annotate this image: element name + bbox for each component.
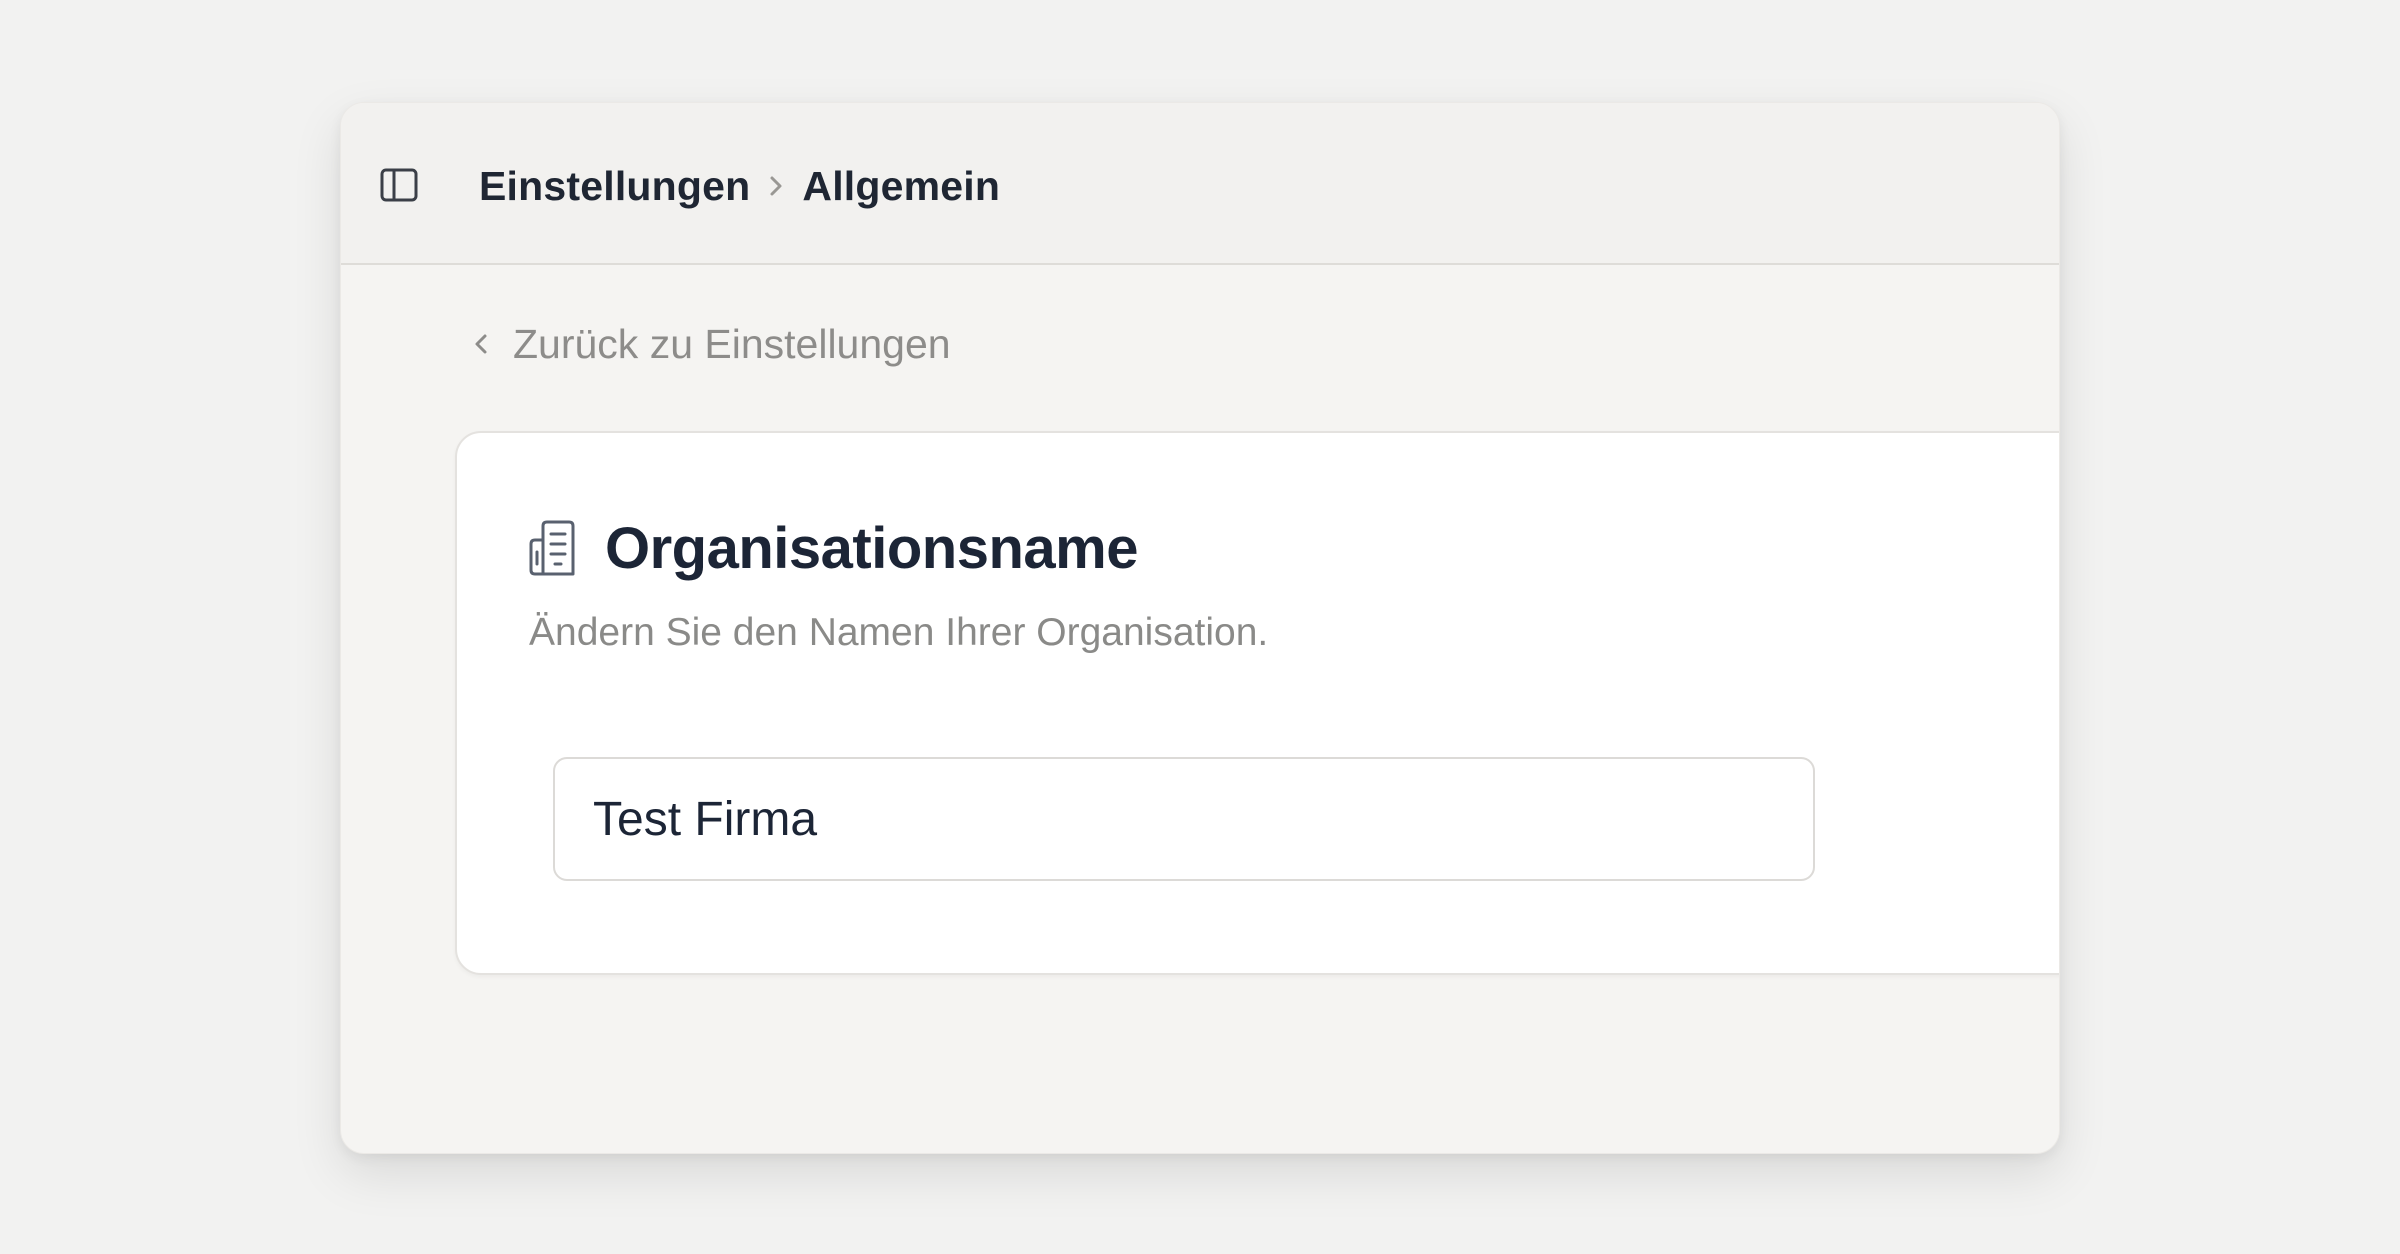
card-title: Organisationsname <box>605 515 1138 581</box>
card-description: Ändern Sie den Namen Ihrer Organisation. <box>529 611 1269 654</box>
back-link-label: Zurück zu Einstellungen <box>513 320 951 367</box>
chevron-right-icon <box>750 161 802 211</box>
organisation-name-input[interactable] <box>553 757 1815 881</box>
breadcrumb-item-allgemein: Allgemein <box>802 162 1001 209</box>
building-icon <box>527 518 583 578</box>
app-window: Einstellungen Allgemein Zurück zu Einste… <box>340 102 2060 1154</box>
card-header: Organisationsname <box>527 513 1138 583</box>
sidebar-toggle-icon[interactable] <box>379 165 419 205</box>
breadcrumb-item-einstellungen[interactable]: Einstellungen <box>479 163 750 210</box>
chevron-left-icon <box>461 319 501 369</box>
back-to-settings-link[interactable]: Zurück zu Einstellungen <box>461 319 951 369</box>
top-bar: Einstellungen Allgemein <box>341 103 2059 265</box>
breadcrumb: Einstellungen Allgemein <box>479 161 1000 211</box>
organisation-name-card: Organisationsname Ändern Sie den Namen I… <box>455 431 2059 975</box>
